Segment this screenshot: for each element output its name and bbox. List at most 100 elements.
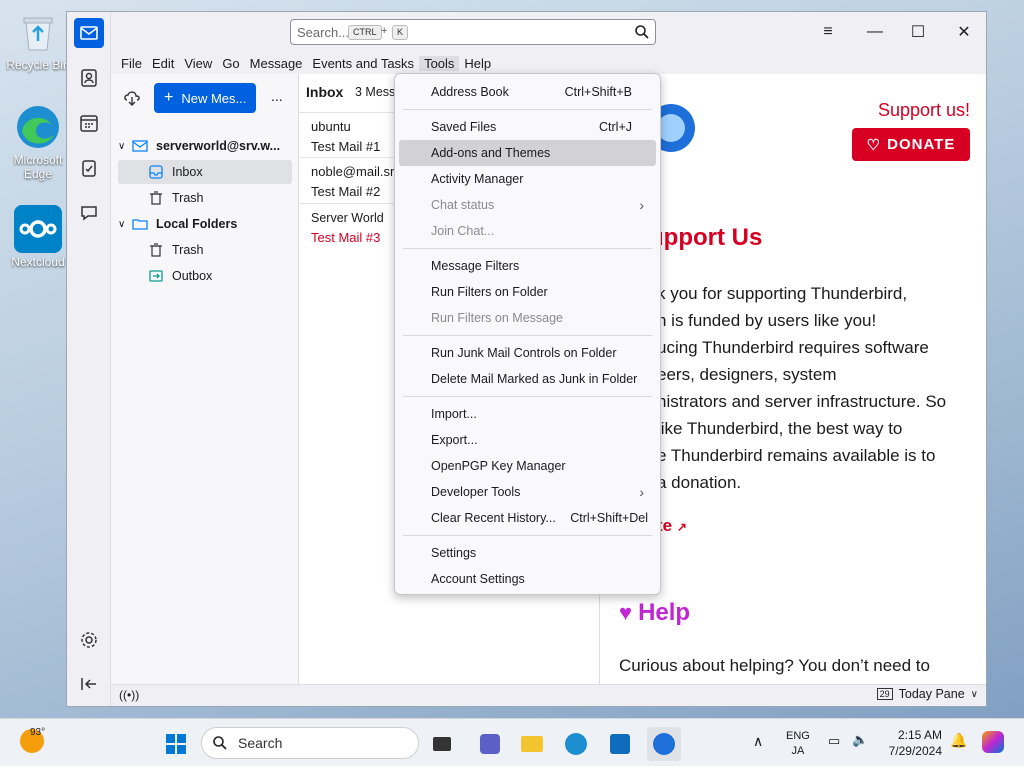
kbd-plus: + <box>381 25 388 37</box>
global-search-input[interactable]: Search... CTRL + K <box>290 19 656 45</box>
today-pane-toggle[interactable]: 29 Today Pane ∨ <box>876 687 978 701</box>
outbox-icon <box>149 270 163 282</box>
collapse-spaces-button[interactable] <box>74 669 104 699</box>
help-heading-label: Help <box>638 599 691 626</box>
support-heading: upport Us <box>649 224 763 251</box>
donate-link[interactable]: te ↗ <box>657 516 687 536</box>
desktop-icon-nextcloud[interactable]: Nextcloud <box>6 205 70 269</box>
folder-pane-more-button[interactable]: ... <box>271 88 283 104</box>
search-icon[interactable] <box>634 24 650 40</box>
maximize-button[interactable]: ☐ <box>895 12 941 52</box>
weather-temp: 93° <box>30 727 46 738</box>
menu-file[interactable]: File <box>116 56 147 71</box>
donate-button[interactable]: ♡ DONATE <box>852 128 970 161</box>
new-message-button[interactable]: + New Mes... <box>154 83 256 113</box>
notification-bell-icon[interactable]: 🔔 <box>950 732 967 749</box>
menu-go[interactable]: Go <box>217 56 244 71</box>
store-icon <box>610 734 630 754</box>
menu-item-import[interactable]: Import... <box>399 401 656 427</box>
online-status-icon[interactable]: ((•)) <box>119 688 139 702</box>
menu-item-delete-junk[interactable]: Delete Mail Marked as Junk in Folder <box>399 366 656 392</box>
desktop-icon-edge[interactable]: Microsoft Edge <box>6 103 70 181</box>
menu-item-message-filters[interactable]: Message Filters <box>399 253 656 279</box>
folder-outbox[interactable]: Outbox <box>118 264 292 288</box>
tasks-icon <box>82 160 96 177</box>
windows-icon <box>166 734 186 754</box>
get-messages-icon[interactable] <box>123 89 141 107</box>
menu-item-run-junk-controls[interactable]: Run Junk Mail Controls on Folder <box>399 340 656 366</box>
mail-space-button[interactable] <box>74 18 104 48</box>
menu-separator <box>403 335 652 336</box>
menu-tools[interactable]: Tools <box>419 55 460 71</box>
taskbar-search-label: Search <box>238 735 283 751</box>
volume-icon[interactable]: 🔈 <box>852 732 868 748</box>
store-button[interactable] <box>603 727 637 761</box>
task-view-button[interactable] <box>425 727 459 761</box>
folder-local-trash[interactable]: Trash <box>118 238 292 262</box>
folder-icon <box>521 736 543 752</box>
close-button[interactable]: ✕ <box>941 12 986 52</box>
teams-icon <box>480 734 500 754</box>
menu-message[interactable]: Message <box>245 56 308 71</box>
menu-item-export[interactable]: Export... <box>399 427 656 453</box>
edge-taskbar-button[interactable] <box>559 727 593 761</box>
menu-events-tasks[interactable]: Events and Tasks <box>307 56 419 71</box>
heart-hand-icon: ♥ <box>619 600 633 625</box>
folder-account[interactable]: ∨ serverworld@srv.w... <box>118 134 292 158</box>
mail-icon <box>80 26 98 40</box>
menu-item-clear-history[interactable]: Clear Recent History... Ctrl+Shift+Del <box>399 505 656 531</box>
menu-item-addons-themes[interactable]: Add-ons and Themes <box>399 140 656 166</box>
language-indicator[interactable]: ENG JA <box>786 729 810 759</box>
app-menu-button[interactable]: ≡ <box>805 12 851 52</box>
support-paragraph: k you for supporting Thunderbird, h is f… <box>657 280 946 496</box>
desktop-icon-recycle-bin[interactable]: Recycle Bin <box>6 8 70 72</box>
menu-item-account-settings[interactable]: Account Settings <box>399 566 656 592</box>
menu-bar: File Edit View Go Message Events and Tas… <box>111 52 986 74</box>
folder-trash[interactable]: Trash <box>118 186 292 210</box>
taskbar: 93° Search ∧ ENG JA ▭ 🔈 2:15 AM 7/29/202… <box>0 718 1024 766</box>
calendar-space-button[interactable] <box>74 108 104 138</box>
menu-item-activity-manager[interactable]: Activity Manager <box>399 166 656 192</box>
network-icon[interactable]: ▭ <box>828 733 840 749</box>
folder-inbox[interactable]: Inbox <box>118 160 292 184</box>
menu-item-saved-files[interactable]: Saved Files Ctrl+J <box>399 114 656 140</box>
taskbar-search[interactable]: Search <box>201 727 419 759</box>
tray-chevron-up-icon[interactable]: ∧ <box>753 733 763 750</box>
folder-label: Inbox <box>172 165 203 179</box>
chevron-right-icon: › <box>639 484 644 500</box>
menu-view[interactable]: View <box>179 56 217 71</box>
menu-item-settings[interactable]: Settings <box>399 540 656 566</box>
trash-icon <box>150 191 162 205</box>
menu-edit[interactable]: Edit <box>147 56 179 71</box>
menu-item-chat-status: Chat status › <box>431 197 644 213</box>
menu-item-openpgp[interactable]: OpenPGP Key Manager <box>399 453 656 479</box>
clock[interactable]: 2:15 AM 7/29/2024 <box>880 727 942 759</box>
menu-item-developer-tools[interactable]: Developer Tools › <box>399 479 656 505</box>
minimize-button[interactable]: — <box>852 12 898 52</box>
menu-item-address-book[interactable]: Address Book Ctrl+Shift+B <box>399 79 656 105</box>
local-folders-label: Local Folders <box>156 217 238 231</box>
thunderbird-taskbar-button[interactable] <box>647 727 681 761</box>
heart-icon: ♡ <box>866 136 882 154</box>
teams-button[interactable] <box>473 727 507 761</box>
file-explorer-button[interactable] <box>515 727 549 761</box>
collapse-left-icon <box>81 678 96 690</box>
settings-space-button[interactable] <box>74 625 104 655</box>
copilot-icon[interactable] <box>982 731 1004 753</box>
tasks-space-button[interactable] <box>74 153 104 183</box>
address-book-space-button[interactable] <box>74 63 104 93</box>
paragraph-line: nistrators and server infrastructure. So <box>657 392 947 411</box>
folder-local-folders[interactable]: ∨ Local Folders <box>118 212 292 236</box>
desktop-icon-label: Nextcloud <box>11 255 65 269</box>
menu-help[interactable]: Help <box>459 56 496 71</box>
paragraph-line: k you for supporting Thunderbird, <box>657 284 908 303</box>
calendar-day-icon: 29 <box>876 688 893 700</box>
chat-icon <box>81 206 97 221</box>
chat-space-button[interactable] <box>74 198 104 228</box>
clock-date: 7/29/2024 <box>888 744 942 758</box>
menu-separator <box>403 248 652 249</box>
start-button[interactable] <box>159 727 193 761</box>
folder-pane: + New Mes... ... ∨ serverworld@srv.w... … <box>111 74 299 684</box>
inbox-icon <box>149 165 163 179</box>
menu-item-run-filters-folder[interactable]: Run Filters on Folder <box>399 279 656 305</box>
